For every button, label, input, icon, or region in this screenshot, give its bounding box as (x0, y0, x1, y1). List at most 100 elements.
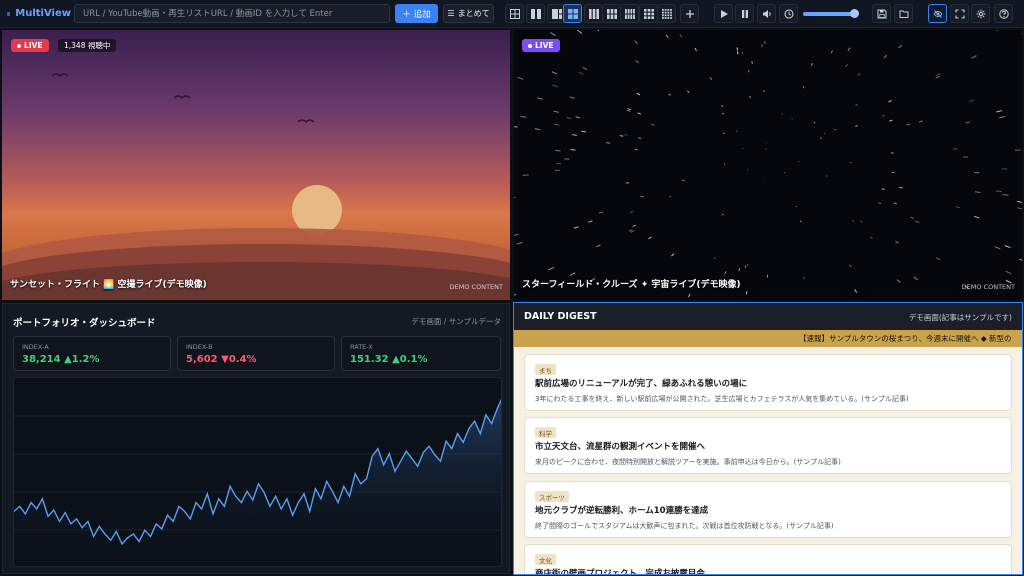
star-streak (741, 51, 744, 55)
star-streak (517, 76, 524, 80)
plus-icon (685, 9, 694, 18)
star-streak (830, 50, 834, 54)
star-streak (855, 125, 858, 127)
star-streak (722, 112, 724, 115)
star-streak (634, 40, 639, 45)
save-icon (877, 9, 886, 18)
star-streak (965, 121, 971, 124)
news-tag: 文化 (535, 554, 556, 565)
news-tag: まち (535, 364, 556, 375)
hide-ui-button[interactable] (928, 4, 947, 23)
star-streak (514, 126, 518, 128)
news-item[interactable]: 科学 市立天文台、流星群の観測イベントを開催へ 来月のピークに合わせ、夜間特別開… (524, 417, 1012, 474)
layout-3x2-button[interactable] (602, 4, 621, 23)
star-streak (597, 30, 600, 32)
video-tile-sunset[interactable]: LIVE 1,348 視聴中 サンセット・フライト 🌅 空撮ライブ(デモ映像) … (2, 30, 510, 300)
batch-add-button[interactable]: ☰ まとめて (443, 4, 494, 23)
news-item[interactable]: まち 駅前広場のリニューアルが完了、緑あふれる憩いの場に 3年にわたる工事を終え… (524, 354, 1012, 411)
layout-4x2-button[interactable] (620, 4, 639, 23)
layout-3x3-button[interactable] (639, 4, 658, 23)
fullscreen-icon (954, 8, 965, 19)
add-button[interactable]: ＋追加 (395, 4, 438, 23)
star-streak (687, 293, 691, 298)
help-button[interactable] (994, 4, 1013, 23)
star-streak (802, 86, 805, 89)
plus-icon: ＋ (402, 9, 411, 20)
index-card: INDEX-B 5,602 ▼0.4% (177, 336, 335, 371)
star-streak (723, 132, 725, 134)
layout-3col-button[interactable] (584, 4, 603, 23)
viewer-count: 1,348 視聴中 (58, 39, 117, 52)
star-streak (896, 279, 901, 283)
video-tile-starfield[interactable]: LIVE スターフィールド・クルーズ ✦ 宇宙ライブ(デモ映像) DEMO CO… (514, 30, 1022, 300)
star-streak (847, 47, 851, 51)
volume-slider[interactable] (803, 12, 855, 16)
star-streak (915, 220, 920, 223)
star-streak (635, 60, 639, 64)
portfolio-tile[interactable]: ポートフォリオ・ダッシュボード デモ画面 / サンプルデータ INDEX-A 3… (2, 303, 510, 574)
pause-all-button[interactable] (735, 4, 754, 23)
star-streak (878, 202, 882, 204)
star-streak (899, 186, 903, 189)
star-streak (910, 216, 915, 219)
index-label: INDEX-B (186, 343, 213, 351)
layout-2col-button[interactable] (526, 4, 545, 23)
star-streak (587, 220, 593, 223)
open-folder-button[interactable] (894, 4, 913, 23)
digest-title: DAILY DIGEST (524, 311, 597, 322)
star-streak (569, 96, 575, 99)
star-streak (810, 62, 813, 66)
star-streak (795, 205, 798, 208)
news-item[interactable]: 文化 商店街の壁画プロジェクト、完成お披露目会 (524, 544, 1012, 574)
layout-grid-button[interactable] (505, 4, 524, 23)
star-streak (619, 135, 624, 137)
star-streak (813, 121, 816, 124)
star-streak (548, 266, 555, 271)
fullscreen-button[interactable] (950, 4, 969, 23)
star-streak (746, 263, 749, 267)
star-streak (572, 134, 578, 136)
star-streak (724, 271, 727, 275)
sync-time-button[interactable] (779, 4, 798, 23)
star-streak (857, 72, 861, 76)
star-streak (581, 130, 586, 133)
star-streak (906, 123, 911, 126)
volume-slider-handle[interactable] (850, 9, 859, 18)
grid-layout-icon (509, 8, 520, 19)
star-streak (554, 123, 560, 126)
star-streak (721, 213, 724, 216)
star-streak (534, 128, 541, 131)
play-all-button[interactable] (714, 4, 733, 23)
star-streak (1004, 245, 1011, 249)
star-streak (869, 236, 873, 239)
layout-4x4-button[interactable] (657, 4, 676, 23)
layout-2x2-button[interactable] (563, 4, 582, 23)
index-label: RATE-X (350, 343, 373, 351)
add-tile-button[interactable] (680, 4, 699, 23)
news-item[interactable]: スポーツ 地元クラブが逆転勝利、ホーム10連勝を達成 終了間際のゴールでスタジア… (524, 481, 1012, 538)
list-icon: ☰ (447, 9, 455, 18)
star-streak (671, 253, 675, 257)
starfield-image (514, 30, 1022, 298)
url-input[interactable] (74, 4, 390, 23)
demo-label: DEMO CONTENT (449, 283, 503, 291)
live-dot (17, 43, 21, 48)
news-tag: 科学 (535, 427, 556, 438)
index-number: 151.32 (350, 354, 389, 365)
star-streak (630, 230, 635, 233)
star-streak (888, 99, 892, 103)
daily-digest-tile[interactable]: DAILY DIGEST デモ画面(記事はサンプルです) 【速報】サンプルタウン… (513, 302, 1023, 575)
star-streak (935, 75, 941, 79)
series-area (14, 400, 501, 566)
main-side-layout-icon (551, 8, 562, 19)
star-streak (935, 257, 941, 261)
star-streak (834, 128, 837, 131)
save-button[interactable] (872, 4, 891, 23)
star-streak (736, 47, 739, 51)
star-streak (516, 241, 523, 245)
settings-button[interactable] (971, 4, 990, 23)
mute-button[interactable] (757, 4, 776, 23)
star-streak (913, 276, 918, 281)
index-label: INDEX-A (22, 343, 49, 351)
volume-icon (762, 9, 771, 18)
